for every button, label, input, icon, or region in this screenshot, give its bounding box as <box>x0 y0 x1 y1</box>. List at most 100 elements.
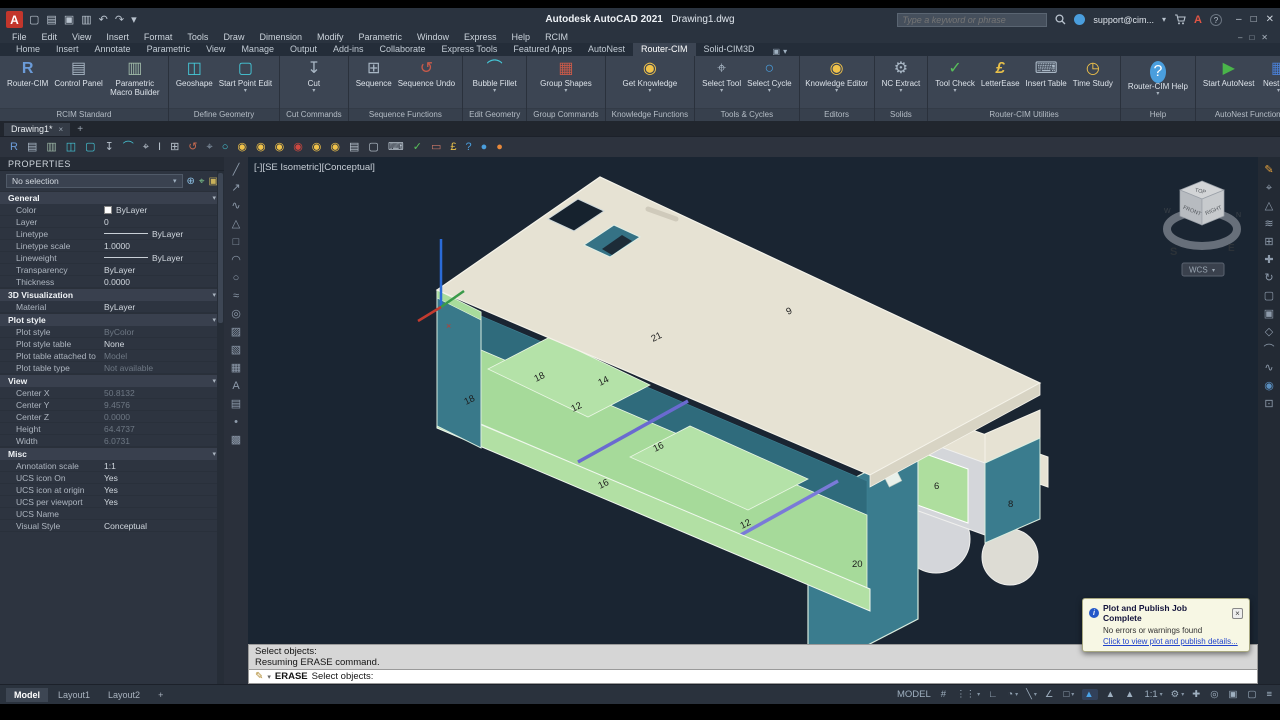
cart-icon[interactable] <box>1174 14 1186 25</box>
menu-item[interactable]: Help <box>512 32 531 42</box>
model-tab[interactable]: Model <box>6 688 48 702</box>
settings-icon[interactable]: ⊡ <box>1264 399 1273 410</box>
property-row[interactable]: Center Y9.4576 <box>0 399 224 411</box>
menu-item[interactable]: Modify <box>317 32 344 42</box>
get-knowledge-button[interactable]: ◉Get Knowledge▾ <box>621 58 680 94</box>
menu-item[interactable]: Express <box>464 32 497 42</box>
property-row[interactable]: UCS per viewportYes <box>0 496 224 508</box>
property-row[interactable]: Plot table typeNot available <box>0 362 224 374</box>
knowledge-1-icon[interactable]: ◉ <box>237 142 247 153</box>
polygon-tool-icon[interactable]: △ <box>232 219 240 230</box>
cut-icon[interactable]: ↧ <box>105 142 114 153</box>
layout1-tab[interactable]: Layout1 <box>50 688 98 702</box>
rectangle-tool-icon[interactable]: □ <box>233 237 240 248</box>
undo-icon[interactable]: ↶ <box>99 13 108 26</box>
nc-extract-icon[interactable]: ⌨ <box>388 142 404 153</box>
property-row[interactable]: LineweightByLayer <box>0 252 224 264</box>
notification-link[interactable]: Click to view plot and publish details..… <box>1103 637 1243 646</box>
router-cim-icon[interactable]: R <box>10 142 18 153</box>
knowledge-editor-icon[interactable]: ◉ <box>330 142 340 153</box>
property-row[interactable]: Layer0 <box>0 216 224 228</box>
circle-blue-icon[interactable]: ● <box>481 142 488 153</box>
isodraft-icon[interactable]: ╲▾ <box>1026 690 1037 700</box>
menu-item[interactable]: Edit <box>42 32 58 42</box>
autodesk-app-icon[interactable]: A <box>1194 14 1202 26</box>
tab-solid-cim3d[interactable]: Solid-CIM3D <box>696 43 763 56</box>
open-file-icon[interactable]: ▤ <box>46 13 56 26</box>
router-cim-help-button[interactable]: ?Router-CIM Help▾ <box>1126 58 1190 97</box>
osnap-tracking-icon[interactable]: ∠ <box>1045 690 1056 700</box>
customization-menu-icon[interactable]: ≡ <box>1266 690 1274 700</box>
qat-menu-icon[interactable]: ▾ <box>131 13 137 26</box>
boundary-tool-icon[interactable]: ▦ <box>231 363 241 374</box>
viewcube-south[interactable]: S <box>1170 246 1177 258</box>
command-pencil-icon[interactable]: ✎ <box>255 671 263 682</box>
section-header-misc[interactable]: Misc▾ <box>0 447 224 460</box>
account-name[interactable]: support@cim... <box>1093 15 1154 25</box>
insert-table-button[interactable]: ⌨Insert Table <box>1024 58 1069 89</box>
polar-tracking-icon[interactable]: ◔▾ <box>1007 690 1018 700</box>
tab-annotate[interactable]: Annotate <box>87 43 139 56</box>
rotate-icon[interactable]: ↻ <box>1264 273 1273 284</box>
knowledge-3-icon[interactable]: ◉ <box>275 142 285 153</box>
sequence-undo-button[interactable]: ↺Sequence Undo <box>396 58 457 89</box>
knowledge-editor-button[interactable]: ◉Knowledge Editor▾ <box>805 58 869 94</box>
property-row[interactable]: Plot table attached toModel <box>0 350 224 362</box>
annotation-scale-icon[interactable]: ▲ <box>1125 690 1136 700</box>
clean-screen-icon[interactable]: ▢ <box>1247 690 1258 700</box>
router-cim-button[interactable]: RRouter-CIM <box>5 58 50 89</box>
macro-builder-icon[interactable]: ▥ <box>46 142 56 153</box>
menu-item[interactable]: File <box>12 32 27 42</box>
measure-icon[interactable]: ⌖ <box>1266 183 1272 194</box>
isolate-objects-icon[interactable]: ◎ <box>1210 690 1220 700</box>
redo-icon[interactable]: ↷ <box>115 13 124 26</box>
property-row[interactable]: UCS icon at originYes <box>0 484 224 496</box>
property-row[interactable]: LinetypeByLayer <box>0 228 224 240</box>
property-row[interactable]: Center X50.8132 <box>0 387 224 399</box>
search-input[interactable] <box>897 13 1047 27</box>
section-header-plot-style[interactable]: Plot style▾ <box>0 313 224 326</box>
nest-pro-button[interactable]: ▦Nest Pro▾ <box>1259 58 1280 94</box>
start-point-edit-icon[interactable]: ▢ <box>85 142 95 153</box>
menu-item[interactable]: Tools <box>187 32 208 42</box>
minimize-button[interactable]: – <box>1236 14 1242 25</box>
property-row[interactable]: Annotation scale1:1 <box>0 460 224 472</box>
ribbon-display-caret-icon[interactable]: ▾ <box>783 47 787 56</box>
revision-cloud-icon[interactable]: ≈ <box>233 291 239 302</box>
doc-restore-button[interactable]: □ <box>1249 33 1254 42</box>
tool-check-icon[interactable]: ✓ <box>413 142 422 153</box>
copy-icon[interactable]: ▢ <box>1264 291 1274 302</box>
layout2-tab[interactable]: Layout2 <box>100 688 148 702</box>
pan-icon[interactable]: ◇ <box>1265 327 1273 338</box>
model-main-box[interactable] <box>437 177 1040 676</box>
letterease-button[interactable]: £LetterEase <box>979 58 1022 89</box>
line-tool-icon[interactable]: ╱ <box>233 165 240 176</box>
new-file-icon[interactable]: ▢ <box>29 13 39 26</box>
tab-parametric[interactable]: Parametric <box>139 43 199 56</box>
region-tool-icon[interactable]: ▩ <box>231 435 241 446</box>
select-objects-icon[interactable]: ⌖ <box>199 176 205 187</box>
spline-tool-icon[interactable]: ∿ <box>231 201 240 212</box>
help-icon[interactable]: ? <box>1210 14 1222 26</box>
property-row[interactable]: Height64.4737 <box>0 423 224 435</box>
select-cycle-button[interactable]: ○Select Cycle▾ <box>745 58 793 94</box>
tab-autonest[interactable]: AutoNest <box>580 43 633 56</box>
point-tool-icon[interactable]: • <box>234 417 238 428</box>
start-autonest-button[interactable]: ▶Start AutoNest <box>1201 58 1257 89</box>
arc-tool-icon[interactable]: ◠ <box>231 255 241 266</box>
geoshape-button[interactable]: ◫Geoshape <box>174 58 215 89</box>
model-space-button[interactable]: MODEL <box>897 690 933 700</box>
menu-item[interactable]: View <box>72 32 91 42</box>
spline-edit-icon[interactable]: ∿ <box>1264 363 1273 374</box>
tab-express-tools[interactable]: Express Tools <box>434 43 506 56</box>
gradient-tool-icon[interactable]: ▧ <box>231 345 241 356</box>
knowledge-5-icon[interactable]: ◉ <box>312 142 322 153</box>
viewcube-east[interactable]: E <box>1228 243 1235 254</box>
account-caret-icon[interactable]: ▾ <box>1162 15 1166 24</box>
sequence-icon[interactable]: ⊞ <box>170 142 179 153</box>
time-study-button[interactable]: ◷Time Study <box>1071 58 1115 89</box>
bubble-fillet-button[interactable]: ⌒Bubble Fillet▾ <box>471 58 519 94</box>
fillet-icon[interactable]: ⌒ <box>1264 345 1275 356</box>
section-header-3d-visualization[interactable]: 3D Visualization▾ <box>0 288 224 301</box>
table-tool-icon[interactable]: ▤ <box>231 399 241 410</box>
